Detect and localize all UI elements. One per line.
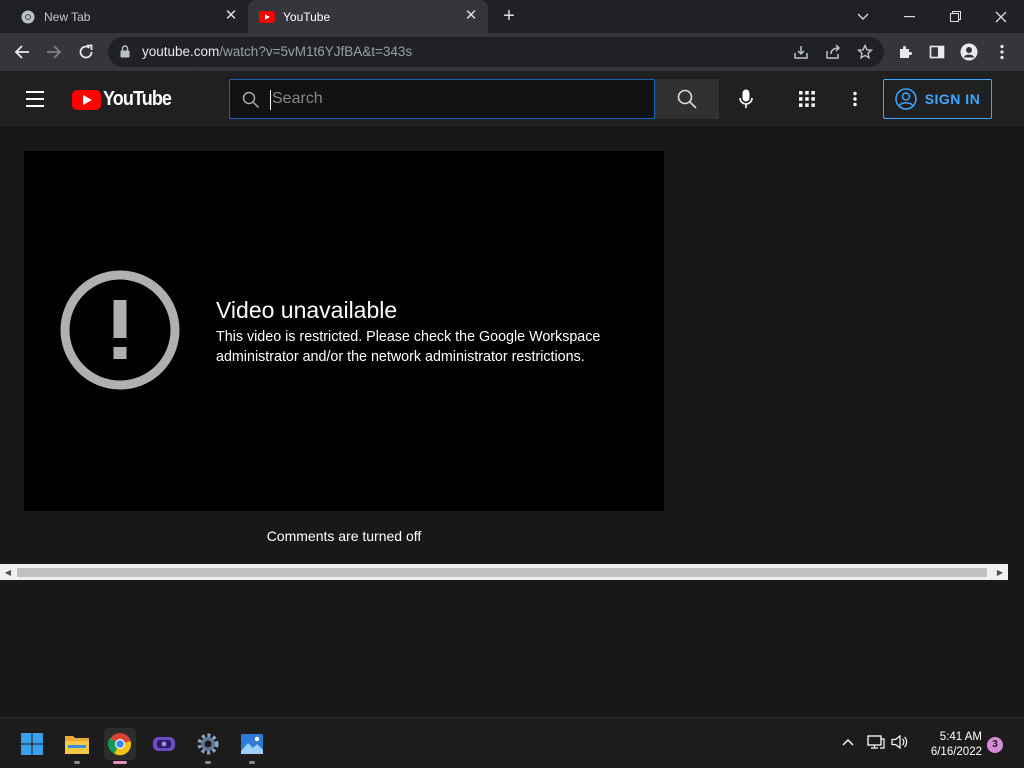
install-app-icon[interactable] (792, 43, 810, 61)
share-icon[interactable] (824, 43, 842, 61)
windows-start-icon[interactable] (16, 728, 48, 760)
search-icon (677, 89, 697, 109)
error-title: Video unavailable (216, 297, 398, 323)
file-explorer-icon[interactable] (61, 728, 93, 760)
forward-arrow-icon[interactable] (43, 41, 65, 63)
search-box[interactable] (229, 79, 655, 119)
tab-label: YouTube (283, 9, 331, 24)
new-tab-button[interactable]: + (498, 6, 520, 28)
url-text[interactable]: youtube.com/watch?v=5vM1t6YJfBA&t=343s (142, 44, 412, 59)
sign-in-label: SIGN IN (924, 91, 981, 107)
volume-speaker-icon[interactable] (890, 732, 910, 752)
error-message: This video is restricted. Please check t… (216, 329, 601, 365)
media-app-icon[interactable] (148, 728, 180, 760)
account-circle-icon (894, 88, 917, 110)
guide-menu-icon[interactable] (26, 91, 46, 107)
clock-date: 6/16/2022 (930, 746, 982, 758)
side-panel-icon[interactable] (927, 42, 947, 62)
scroll-right-arrow-icon[interactable]: ▶ (992, 564, 1008, 580)
notification-count-badge[interactable]: 3 (987, 737, 1003, 753)
close-tab-icon[interactable]: ✕ (464, 8, 478, 23)
address-bar[interactable]: youtube.com/watch?v=5vM1t6YJfBA&t=343s (108, 37, 884, 67)
page-background (0, 580, 1024, 717)
bookmark-star-icon[interactable] (856, 43, 874, 61)
system-clock[interactable]: 5:41 AM 6/16/2022 (916, 730, 982, 760)
windows-taskbar: 5:41 AM 6/16/2022 3 (0, 717, 1024, 768)
reload-icon[interactable] (75, 41, 97, 63)
youtube-favicon-icon (259, 9, 275, 25)
youtube-logo[interactable]: YouTube (72, 88, 179, 111)
comments-status: Comments are turned off (266, 528, 422, 544)
clock-time: 5:41 AM (939, 731, 982, 743)
running-indicator (249, 761, 255, 764)
search-icon (242, 91, 260, 114)
search-button[interactable] (655, 79, 719, 119)
search-input[interactable] (272, 84, 642, 114)
scrollbar-thumb[interactable] (17, 568, 987, 577)
horizontal-scrollbar[interactable]: ◀ ▶ (0, 564, 1008, 580)
close-tab-icon[interactable]: ✕ (224, 8, 238, 23)
alert-exclamation-icon (60, 270, 180, 395)
show-hidden-icons-chevron-icon[interactable] (838, 732, 858, 752)
chrome-icon (20, 9, 36, 25)
text-caret (270, 90, 271, 110)
restore-button[interactable] (932, 0, 978, 33)
browser-toolbar: youtube.com/watch?v=5vM1t6YJfBA&t=343s (0, 33, 1024, 71)
running-indicator (74, 761, 80, 764)
scroll-left-arrow-icon[interactable]: ◀ (0, 564, 16, 580)
youtube-header: YouTube SIGN IN (0, 71, 1024, 127)
tab-search-chevron-icon[interactable] (840, 0, 886, 33)
minimize-button[interactable] (886, 0, 932, 33)
tab-label: New Tab (44, 9, 91, 24)
chrome-taskbar-icon[interactable] (104, 728, 136, 760)
back-arrow-icon[interactable] (11, 41, 33, 63)
video-player[interactable]: Video unavailable This video is restrict… (24, 151, 664, 511)
watch-page-content: Video unavailable This video is restrict… (0, 127, 1008, 564)
browser-titlebar: New Tab ✕ YouTube ✕ + (0, 0, 1024, 33)
browser-menu-icon[interactable] (992, 42, 1012, 62)
lock-icon[interactable] (120, 45, 130, 63)
tab-youtube[interactable]: YouTube ✕ (248, 0, 488, 33)
settings-gear-icon[interactable] (192, 728, 224, 760)
youtube-play-logo-icon (72, 89, 101, 110)
sign-in-button[interactable]: SIGN IN (883, 79, 992, 119)
extensions-icon[interactable] (895, 42, 915, 62)
running-indicator (205, 761, 211, 764)
photos-app-icon[interactable] (236, 728, 268, 760)
tab-new-tab[interactable]: New Tab ✕ (0, 0, 248, 33)
active-indicator (113, 761, 127, 764)
voice-search-mic-icon[interactable] (734, 87, 758, 111)
logo-wordmark: YouTube (103, 88, 172, 110)
apps-grid-icon[interactable] (795, 87, 819, 111)
profile-avatar-icon[interactable] (959, 42, 979, 62)
network-icon[interactable] (866, 732, 886, 752)
close-window-button[interactable] (978, 0, 1024, 33)
settings-more-icon[interactable] (843, 87, 867, 111)
